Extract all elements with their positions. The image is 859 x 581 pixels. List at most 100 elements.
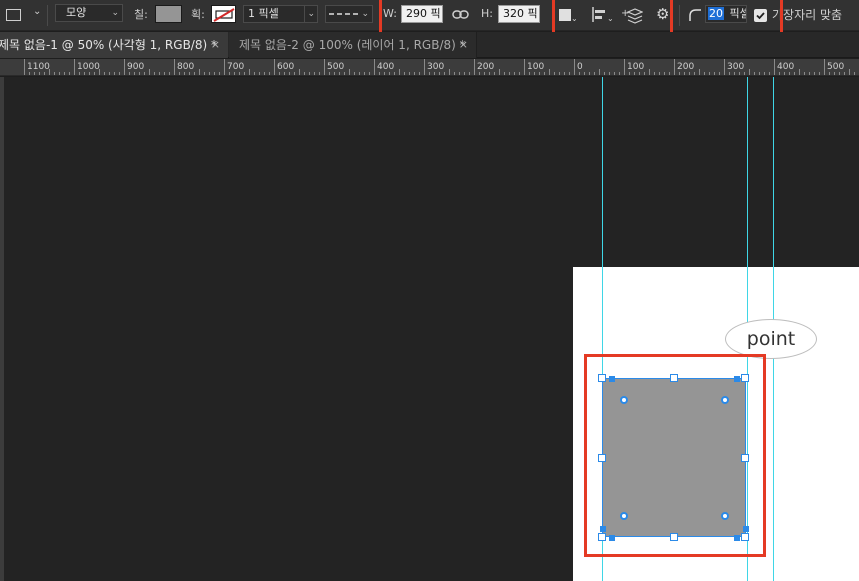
ruler-minor-tick [84,72,85,75]
ruler-major-tick [774,59,775,75]
ruler-minor-tick [289,72,290,75]
ruler-minor-tick [779,72,780,75]
ruler-minor-tick [784,72,785,75]
ruler-minor-tick [259,72,260,75]
ruler-minor-tick [629,72,630,75]
ruler-minor-tick [89,72,90,75]
ruler-minor-tick [334,72,335,75]
ruler-minor-tick [684,72,685,75]
ruler-minor-tick [34,72,35,75]
ruler-minor-tick [839,72,840,75]
stroke-width-value: 1 픽셀 [248,7,279,20]
ruler-minor-tick [554,72,555,75]
ruler-major-tick [174,59,175,75]
ruler-major-tick [624,59,625,75]
tool-preset-picker[interactable]: ⌄ [4,6,44,25]
chevron-down-icon: ⌄ [361,9,369,19]
ruler-minor-tick [744,72,745,75]
document-tab-bar: 제목 없음-1 @ 50% (사각형 1, RGB/8) * × 제목 없음-2… [0,32,859,58]
ruler-minor-tick [309,72,310,75]
ruler-minor-tick [639,72,640,75]
ruler-label: 1100 [27,62,50,72]
stroke-width-input[interactable]: 1 픽셀 [243,5,305,23]
ruler-label: 800 [177,62,195,72]
fill-color-swatch[interactable] [155,5,182,23]
ruler-major-tick [424,59,425,75]
ruler-minor-tick [184,72,185,75]
ruler-minor-tick [644,72,645,75]
ruler-minor-tick [564,72,565,75]
horizontal-ruler[interactable]: 1100 1000 900 800 700 600 500 400 300 200 100 0 100 2… [0,59,859,76]
ruler-minor-tick [134,72,135,75]
point-annotation: point [725,319,817,359]
close-icon[interactable]: × [459,32,468,58]
ruler-minor-tick [159,72,160,75]
tab-document-1[interactable]: 제목 없음-1 @ 50% (사각형 1, RGB/8) * × [0,32,228,58]
chevron-down-icon: ⌄ [307,9,315,19]
ruler-minor-tick [854,72,855,75]
path-operations-button[interactable] [559,9,571,21]
ruler-minor-tick [359,72,360,75]
stroke-width-dropdown[interactable]: ⌄ [304,5,318,23]
ruler-minor-tick [299,69,300,75]
ruler-minor-tick [804,72,805,75]
ruler-minor-tick [399,69,400,75]
ruler-minor-tick [169,72,170,75]
ruler-minor-tick [189,72,190,75]
ruler-major-tick [524,59,525,75]
ruler-minor-tick [614,72,615,75]
ruler-minor-tick [584,72,585,75]
ruler-label: 700 [227,62,245,72]
ruler-major-tick [374,59,375,75]
ruler-minor-tick [139,72,140,75]
ruler-minor-tick [414,72,415,75]
ruler-label: 900 [127,62,145,72]
ruler-minor-tick [104,72,105,75]
ruler-minor-tick [569,72,570,75]
ruler-minor-tick [99,69,100,75]
ruler-minor-tick [369,72,370,75]
ruler-minor-tick [689,72,690,75]
ruler-minor-tick [549,69,550,75]
gear-icon[interactable]: ⚙ [656,5,669,23]
ruler-minor-tick [599,69,600,75]
ruler-minor-tick [164,72,165,75]
ruler-minor-tick [809,72,810,75]
ruler-minor-tick [664,72,665,75]
path-arrangement-icon[interactable]: + [621,6,643,24]
close-icon[interactable]: × [211,32,220,58]
stroke-color-swatch[interactable] [211,5,236,23]
ruler-minor-tick [789,72,790,75]
ruler-minor-tick [209,72,210,75]
ruler-minor-tick [799,69,800,75]
dashed-line-icon [329,13,359,15]
ruler-minor-tick [219,72,220,75]
ruler-minor-tick [734,72,735,75]
ruler-major-tick [124,59,125,75]
stroke-type-select[interactable]: ⌄ [325,5,373,23]
chevron-down-icon: ⌄ [607,14,614,23]
fill-label: 칠: [134,8,148,21]
ruler-label: 300 [727,62,745,72]
ruler-major-tick [574,59,575,75]
ruler-minor-tick [349,69,350,75]
tool-mode-select[interactable]: 모양 ⌄ [55,4,123,22]
ruler-minor-tick [729,72,730,75]
tab-document-2[interactable]: 제목 없음-2 @ 100% (레이어 1, RGB/8) * × [229,32,477,58]
ruler-minor-tick [434,72,435,75]
ruler-major-tick [324,59,325,75]
ruler-minor-tick [519,72,520,75]
ruler-minor-tick [539,72,540,75]
ruler-major-tick [674,59,675,75]
ruler-minor-tick [489,72,490,75]
ruler-minor-tick [459,72,460,75]
ruler-minor-tick [649,69,650,75]
ruler-minor-tick [654,72,655,75]
ruler-minor-tick [409,72,410,75]
ruler-minor-tick [669,72,670,75]
ruler-minor-tick [419,72,420,75]
ruler-minor-tick [609,72,610,75]
ruler-minor-tick [469,72,470,75]
ruler-minor-tick [114,72,115,75]
ruler-minor-tick [449,69,450,75]
